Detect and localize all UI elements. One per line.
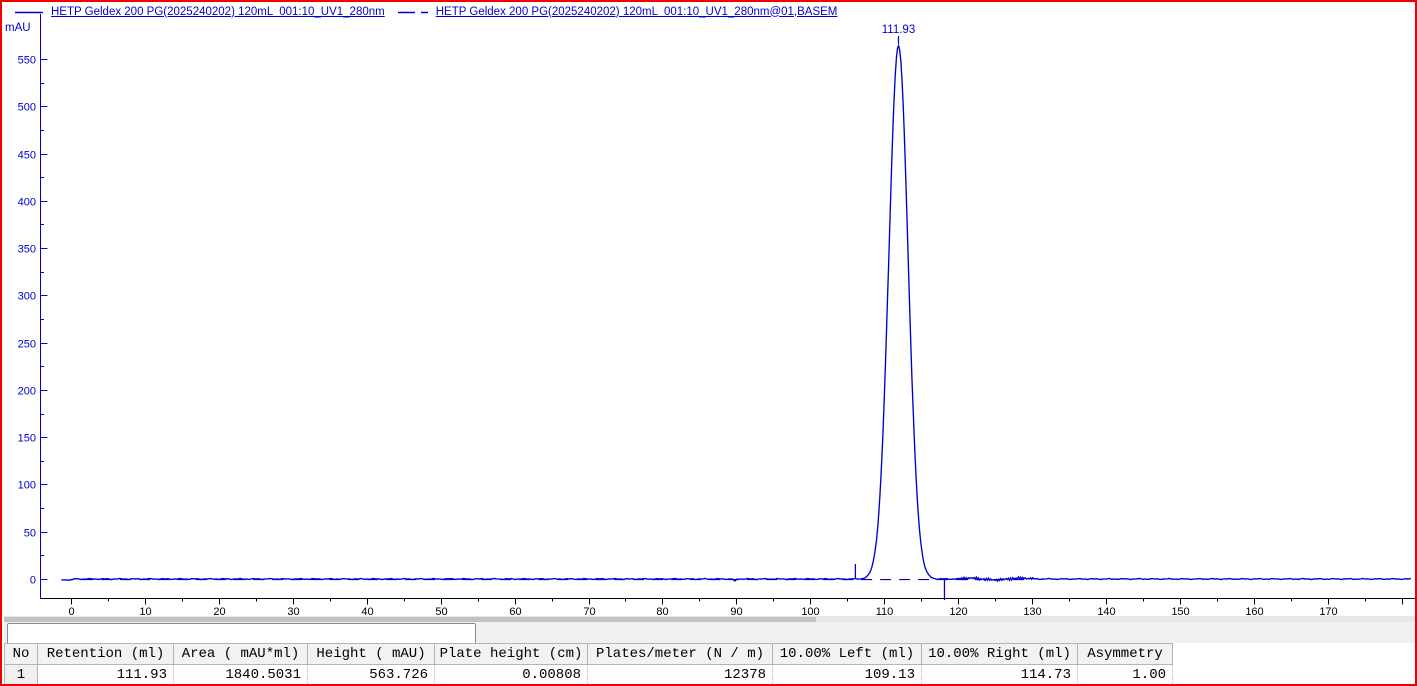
value-cell-6: 109.13 — [773, 665, 922, 686]
y-tick-label: 250 — [18, 339, 36, 351]
column-header-6[interactable]: 10.00% Left (ml) — [773, 644, 922, 665]
column-header-1[interactable]: Retention (ml) — [38, 644, 174, 665]
y-tick-label: 100 — [18, 480, 36, 492]
x-tick-label: 100 — [801, 606, 819, 615]
x-tick-label: 30 — [287, 606, 299, 615]
y-tick-label: 200 — [18, 386, 36, 398]
column-header-0[interactable]: No — [5, 644, 38, 665]
y-tick-label: 400 — [18, 197, 36, 209]
x-tick-label: 90 — [730, 606, 742, 615]
x-tick-label: 80 — [656, 606, 668, 615]
column-header-5[interactable]: Plates/meter (N / m) — [588, 644, 773, 665]
value-cell-5: 12378 — [588, 665, 773, 686]
y-tick-label: 500 — [18, 102, 36, 114]
value-cell-2: 1840.5031 — [174, 665, 308, 686]
value-cell-1: 111.93 — [38, 665, 174, 686]
value-cell-4: 0.00808 — [435, 665, 588, 686]
uv-trace — [61, 46, 1411, 581]
legend-label-baseline-curve: HETP Geldex 200 PG(2025240202) 120mL 001… — [436, 6, 838, 19]
column-header-3[interactable]: Height ( mAU) — [308, 644, 435, 665]
x-tick-label: 0 — [68, 606, 74, 615]
x-tick-label: 110 — [876, 606, 894, 615]
peak-table: NoRetention (ml)Area ( mAU*ml)Height ( m… — [4, 643, 1173, 686]
y-axis-unit-label: mAU — [5, 22, 31, 34]
legend-item-baseline-curve[interactable]: HETP Geldex 200 PG(2025240202) 120mL 001… — [397, 6, 838, 19]
column-header-4[interactable]: Plate height (cm) — [435, 644, 588, 665]
x-tick-label: 70 — [583, 606, 595, 615]
y-tick-label: 150 — [18, 433, 36, 445]
y-tick-label: 550 — [18, 55, 36, 67]
peak-table-panel: NoRetention (ml)Area ( mAU*ml)Height ( m… — [4, 643, 1417, 686]
x-tick-label: 60 — [509, 606, 521, 615]
chromatogram-plot-area[interactable]: mAU 0 50 100 150 200 250 300 350 400 450 500 550 0 10 2… — [2, 2, 1417, 615]
x-tick-label: 140 — [1097, 606, 1115, 615]
peak-table-header-row: NoRetention (ml)Area ( mAU*ml)Height ( m… — [5, 644, 1173, 665]
column-header-7[interactable]: 10.00% Right (ml) — [922, 644, 1078, 665]
row-number-cell: 1 — [5, 665, 38, 686]
x-tick-label: 40 — [361, 606, 373, 615]
x-tick-label: 170 — [1319, 606, 1337, 615]
chromatogram-window: HETP Geldex 200 PG(2025240202) 120mL 001… — [0, 0, 1417, 686]
value-cell-3: 563.726 — [308, 665, 435, 686]
curve-legend: HETP Geldex 200 PG(2025240202) 120mL 001… — [14, 5, 837, 19]
value-cell-7: 114.73 — [922, 665, 1078, 686]
y-tick-label: 0 — [30, 575, 36, 587]
y-tick-label: 50 — [24, 528, 36, 540]
x-tick-label: 130 — [1023, 606, 1041, 615]
x-tick-label: 50 — [435, 606, 447, 615]
column-header-2[interactable]: Area ( mAU*ml) — [174, 644, 308, 665]
y-tick-label: 450 — [18, 150, 36, 162]
solid-line-icon — [14, 7, 44, 18]
value-cell-8: 1.00 — [1078, 665, 1173, 686]
peak-table-row[interactable]: 1111.931840.5031563.7260.0080812378109.1… — [5, 665, 1173, 686]
tab-peak-table[interactable]: A: HETP Geldex 200 PG(2025240202) 120mL … — [7, 623, 476, 643]
column-header-8[interactable]: Asymmetry — [1078, 644, 1173, 665]
peak-retention-label: 111.93 — [882, 24, 915, 36]
legend-label-uv-curve: HETP Geldex 200 PG(2025240202) 120mL 001… — [51, 6, 385, 19]
y-tick-label: 350 — [18, 244, 36, 256]
result-tab-bar: A: HETP Geldex 200 PG(2025240202) 120mL … — [4, 622, 1417, 643]
x-tick-label: 20 — [213, 606, 225, 615]
dashed-line-icon — [397, 7, 429, 18]
x-tick-label: 150 — [1171, 606, 1189, 615]
y-tick-label: 300 — [18, 291, 36, 303]
legend-item-uv-curve[interactable]: HETP Geldex 200 PG(2025240202) 120mL 001… — [14, 6, 385, 19]
x-tick-label: 120 — [949, 606, 967, 615]
x-tick-label: 10 — [139, 606, 151, 615]
x-tick-label: 160 — [1245, 606, 1263, 615]
